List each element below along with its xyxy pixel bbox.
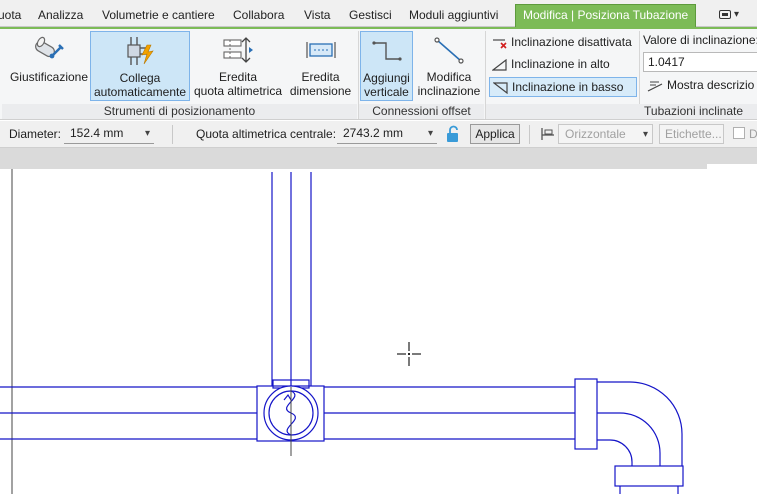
change-slope-icon bbox=[432, 34, 466, 66]
horizontal-justification-select: Orizzontale ▾ bbox=[558, 124, 653, 144]
elbow-fitting bbox=[574, 378, 684, 494]
tab-massing-site[interactable]: Volumetrie e cantiere bbox=[102, 5, 215, 27]
add-vertical-button[interactable]: Aggiungi verticale bbox=[360, 31, 413, 101]
inherit-size-button[interactable]: Eredita dimensione bbox=[287, 31, 354, 101]
inherit-elevation-icon bbox=[221, 34, 255, 66]
drawing-canvas[interactable] bbox=[0, 169, 757, 494]
ribbon-display-toggle[interactable]: ▾ bbox=[712, 7, 746, 23]
center-elevation-select[interactable]: 2743.2 mm ▾ bbox=[337, 124, 437, 144]
panel-title-sloped-piping: Tubazioni inclinate bbox=[486, 104, 757, 119]
tab-view[interactable]: Vista bbox=[304, 5, 330, 27]
ribbon-panel: Giustificazione Collega automaticamente bbox=[0, 27, 757, 120]
chevron-down-icon: ▾ bbox=[427, 128, 433, 139]
slope-up-option[interactable]: Inclinazione in alto bbox=[489, 55, 637, 75]
divider bbox=[529, 125, 530, 144]
slope-down-icon bbox=[492, 81, 509, 95]
inherit-size-icon bbox=[304, 34, 338, 66]
center-elevation-label: Quota altimetrica centrale: bbox=[196, 127, 337, 141]
view-header-strip bbox=[0, 148, 757, 169]
labels-button: Etichette... bbox=[659, 124, 724, 144]
pipe-drawing bbox=[0, 169, 684, 494]
tab-analyze[interactable]: Analizza bbox=[38, 5, 83, 27]
ribbon-tab-bar: uota Analizza Volumetrie e cantiere Coll… bbox=[0, 0, 757, 27]
slope-value-input[interactable]: 1.0417 bbox=[643, 52, 757, 72]
tab-annotate[interactable]: uota bbox=[0, 5, 21, 27]
chevron-down-icon: ▾ bbox=[642, 129, 648, 140]
panel-title-placement-tools: Strumenti di posizionamento bbox=[2, 104, 357, 119]
options-bar: Diameter: 152.4 mm ▾ Quota altimetrica c… bbox=[0, 121, 757, 148]
chevron-down-icon: ▾ bbox=[144, 128, 150, 139]
crosshair-cursor-icon bbox=[397, 342, 421, 366]
diameter-select[interactable]: 152.4 mm ▾ bbox=[64, 124, 154, 144]
divider bbox=[172, 125, 173, 144]
justification-button[interactable]: Giustificazione bbox=[8, 31, 90, 101]
tee-fitting bbox=[256, 379, 325, 456]
show-slope-description-button[interactable]: Mostra descrizio bbox=[647, 78, 754, 92]
slope-off-icon bbox=[492, 36, 508, 49]
unlock-icon[interactable] bbox=[445, 125, 461, 143]
vertical-pipe bbox=[271, 172, 312, 387]
slope-off-option[interactable]: Inclinazione disattivata bbox=[489, 33, 637, 53]
slope-description-icon bbox=[647, 79, 663, 92]
chevron-down-icon: ▾ bbox=[733, 9, 740, 20]
inherit-elevation-button[interactable]: Eredita quota altimetrica bbox=[191, 31, 285, 101]
slope-up-icon bbox=[491, 58, 508, 71]
panel-title-offset-connections: Connessioni offset bbox=[359, 104, 484, 119]
tab-add-ins[interactable]: Moduli aggiuntivi bbox=[409, 5, 498, 27]
justification-icon bbox=[32, 34, 66, 66]
add-vertical-icon bbox=[370, 35, 404, 67]
auto-connect-icon bbox=[123, 35, 157, 67]
checkbox bbox=[733, 127, 745, 139]
apply-button[interactable]: Applica bbox=[470, 124, 520, 144]
slope-down-option[interactable]: Inclinazione in basso bbox=[489, 77, 637, 97]
slope-value-label: Valore di inclinazione: bbox=[643, 33, 757, 47]
panel-toggle-icon bbox=[718, 9, 731, 19]
checkbox-label: Di bbox=[749, 127, 757, 141]
tab-modify-place-pipe[interactable]: Modifica | Posiziona Tubazione bbox=[515, 4, 697, 27]
tab-collaborate[interactable]: Collabora bbox=[233, 5, 284, 27]
diameter-label: Diameter: bbox=[9, 127, 62, 141]
change-slope-button[interactable]: Modifica inclinazione bbox=[415, 31, 483, 101]
auto-connect-button[interactable]: Collega automaticamente bbox=[90, 31, 190, 101]
horizontal-align-icon bbox=[540, 126, 556, 142]
tab-manage[interactable]: Gestisci bbox=[349, 5, 392, 27]
